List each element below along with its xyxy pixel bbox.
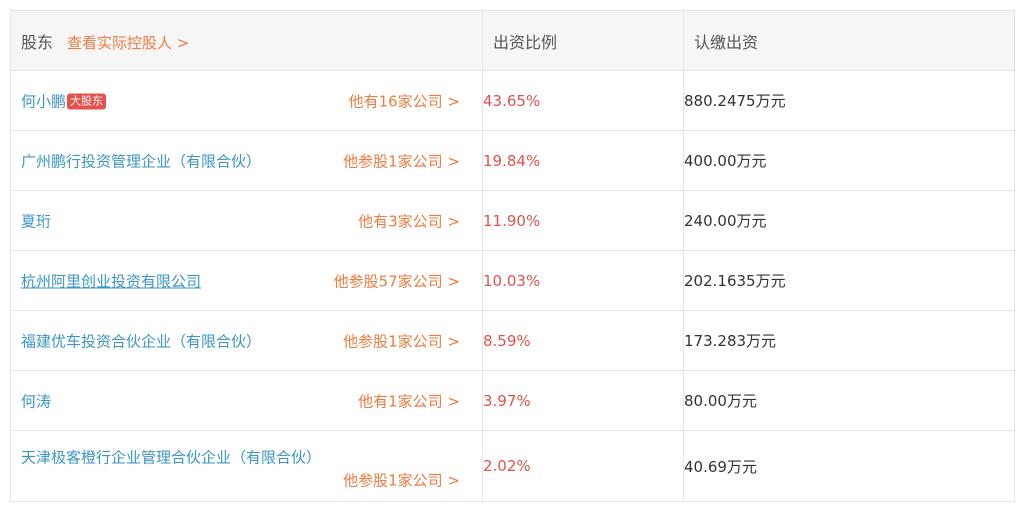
shareholder-cell: 杭州阿里创业投资有限公司 他参股57家公司 > (10, 250, 483, 311)
view-controller-link[interactable]: 查看实际控股人 > (67, 34, 189, 52)
ratio-cell: 43.65% (482, 70, 684, 131)
header-ratio: 出资比例 (493, 32, 558, 52)
companies-link[interactable]: 他参股1家公司 > (343, 470, 460, 491)
companies-link[interactable]: 他参股1家公司 > (343, 330, 460, 351)
table-header-row: 股东 查看实际控股人 > 出资比例 认缴出资 (10, 10, 1015, 71)
amount-cell: 202.1635万元 (683, 250, 1015, 311)
shareholder-name-link[interactable]: 杭州阿里创业投资有限公司 (21, 270, 201, 291)
header-subscribed-cell: 认缴出资 (683, 10, 1015, 71)
header-subscribed: 认缴出资 (694, 32, 759, 52)
shareholder-table: 股东 查看实际控股人 > 出资比例 认缴出资 何小鹏 大股东 他有16家公司 > 4… (10, 10, 1015, 502)
ratio-cell: 3.97% (482, 370, 684, 431)
amount-cell: 173.283万元 (683, 310, 1015, 371)
table-row: 何涛 他有1家公司 > 3.97% 80.00万元 (10, 370, 1015, 431)
companies-link[interactable]: 他参股1家公司 > (343, 150, 460, 171)
shareholder-name-link[interactable]: 何涛 (21, 390, 51, 411)
shareholder-name[interactable]: 何小鹏 (21, 92, 66, 110)
amount-cell: 880.2475万元 (683, 70, 1015, 131)
shareholder-name-link[interactable]: 何小鹏 大股东 (21, 90, 107, 111)
amount-cell: 40.69万元 (683, 430, 1015, 502)
companies-link[interactable]: 他有16家公司 > (349, 90, 460, 111)
major-shareholder-badge: 大股东 (67, 93, 107, 109)
shareholder-cell: 天津极客橙行企业管理合伙企业（有限合伙） 他参股1家公司 > (10, 430, 483, 502)
shareholder-name-link[interactable]: 天津极客橙行企业管理合伙企业（有限合伙） (21, 447, 321, 468)
table-row: 夏珩 他有3家公司 > 11.90% 240.00万元 (10, 190, 1015, 251)
table-row: 广州鹏行投资管理企业（有限合伙） 他参股1家公司 > 19.84% 400.00… (10, 130, 1015, 191)
ratio-cell: 19.84% (482, 130, 684, 191)
amount-cell: 80.00万元 (683, 370, 1015, 431)
table-row: 福建优车投资合伙企业（有限合伙） 他参股1家公司 > 8.59% 173.283… (10, 310, 1015, 371)
ratio-cell: 8.59% (482, 310, 684, 371)
header-ratio-cell: 出资比例 (482, 10, 684, 71)
shareholder-name-link[interactable]: 福建优车投资合伙企业（有限合伙） (21, 330, 261, 351)
table-row: 何小鹏 大股东 他有16家公司 > 43.65% 880.2475万元 (10, 70, 1015, 131)
amount-cell: 400.00万元 (683, 130, 1015, 191)
shareholder-cell: 广州鹏行投资管理企业（有限合伙） 他参股1家公司 > (10, 130, 483, 191)
shareholder-cell: 夏珩 他有3家公司 > (10, 190, 483, 251)
shareholder-cell: 何涛 他有1家公司 > (10, 370, 483, 431)
shareholder-cell: 何小鹏 大股东 他有16家公司 > (10, 70, 483, 131)
table-row: 杭州阿里创业投资有限公司 他参股57家公司 > 10.03% 202.1635万… (10, 250, 1015, 311)
ratio-cell: 10.03% (482, 250, 684, 311)
companies-link[interactable]: 他有3家公司 > (358, 210, 460, 231)
header-shareholder: 股东 (21, 32, 54, 52)
table-row: 天津极客橙行企业管理合伙企业（有限合伙） 他参股1家公司 > 2.02% 40.… (10, 430, 1015, 502)
amount-cell: 240.00万元 (683, 190, 1015, 251)
shareholder-name-link[interactable]: 广州鹏行投资管理企业（有限合伙） (21, 150, 261, 171)
header-shareholder-cell: 股东 查看实际控股人 > (10, 10, 483, 71)
shareholder-cell: 福建优车投资合伙企业（有限合伙） 他参股1家公司 > (10, 310, 483, 371)
companies-link[interactable]: 他参股57家公司 > (334, 270, 460, 291)
companies-link[interactable]: 他有1家公司 > (358, 390, 460, 411)
ratio-cell: 11.90% (482, 190, 684, 251)
shareholder-name-link[interactable]: 夏珩 (21, 210, 51, 231)
ratio-cell: 2.02% (482, 430, 684, 502)
